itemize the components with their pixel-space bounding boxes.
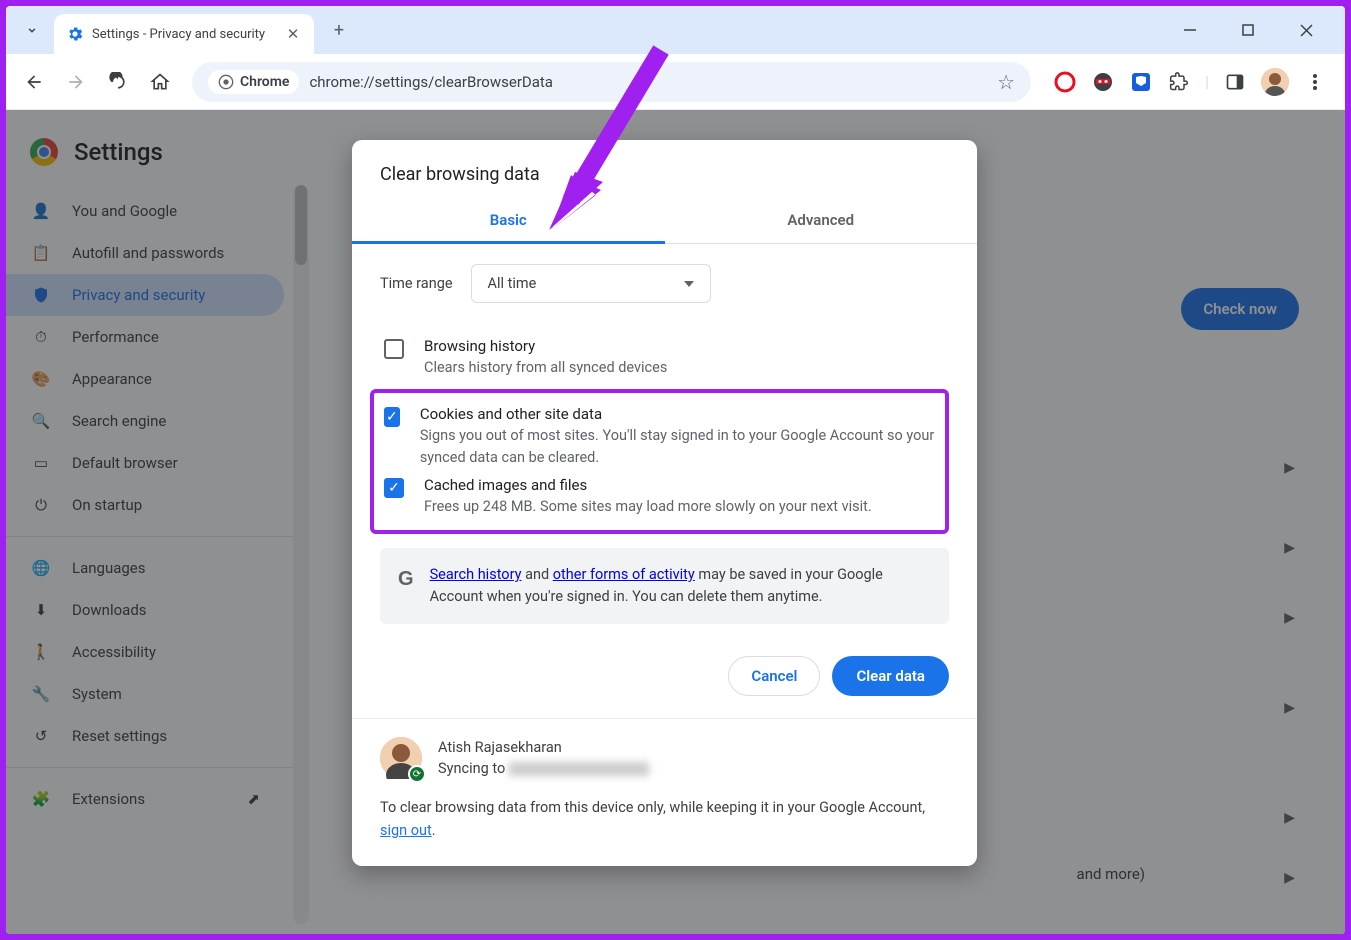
minimize-button[interactable] bbox=[1171, 15, 1209, 45]
tab-basic[interactable]: Basic bbox=[352, 197, 665, 243]
url-text: chrome://settings/clearBrowserData bbox=[309, 73, 987, 91]
close-window-button[interactable] bbox=[1287, 15, 1325, 45]
new-tab-button[interactable]: + bbox=[324, 15, 354, 45]
extensions-puzzle-icon[interactable] bbox=[1167, 70, 1191, 94]
site-chip[interactable]: Chrome bbox=[208, 70, 299, 94]
annotation-highlight: ✓ Cookies and other site data Signs you … bbox=[370, 389, 949, 534]
clear-data-button[interactable]: Clear data bbox=[832, 656, 949, 696]
google-account-info: G Search history and other forms of acti… bbox=[380, 548, 949, 624]
profile-avatar[interactable] bbox=[1261, 68, 1289, 96]
browser-titlebar: Settings - Privacy and security ✕ + bbox=[6, 6, 1345, 54]
cache-title: Cached images and files bbox=[424, 476, 872, 494]
close-tab-icon[interactable]: ✕ bbox=[284, 25, 302, 43]
other-activity-link[interactable]: other forms of activity bbox=[553, 566, 695, 583]
cookies-desc: Signs you out of most sites. You'll stay… bbox=[420, 425, 935, 469]
address-bar[interactable]: Chrome chrome://settings/clearBrowserDat… bbox=[192, 62, 1031, 102]
cache-desc: Frees up 248 MB. Some sites may load mor… bbox=[424, 496, 872, 518]
bookmark-star-icon[interactable]: ☆ bbox=[997, 70, 1015, 94]
settings-gear-icon bbox=[66, 25, 84, 43]
tab-title: Settings - Privacy and security bbox=[92, 27, 276, 42]
checkbox-cache[interactable]: ✓ bbox=[384, 478, 404, 498]
sync-user-name: Atish Rajasekharan bbox=[438, 737, 649, 759]
extension-bitwarden-icon[interactable] bbox=[1129, 70, 1153, 94]
tab-search-dropdown[interactable] bbox=[14, 12, 50, 48]
cookies-title: Cookies and other site data bbox=[420, 405, 935, 423]
tab-advanced[interactable]: Advanced bbox=[665, 197, 978, 243]
browser-toolbar: Chrome chrome://settings/clearBrowserDat… bbox=[6, 54, 1345, 110]
forward-button[interactable] bbox=[58, 64, 94, 100]
chrome-menu-icon[interactable] bbox=[1303, 70, 1327, 94]
dropdown-arrow-icon bbox=[684, 281, 694, 287]
reload-button[interactable] bbox=[100, 64, 136, 100]
google-g-icon: G bbox=[398, 564, 414, 608]
timerange-select[interactable]: All time bbox=[471, 264, 711, 303]
dialog-title: Clear browsing data bbox=[352, 140, 977, 197]
home-button[interactable] bbox=[142, 64, 178, 100]
sign-out-link[interactable]: sign out bbox=[380, 822, 432, 839]
browsing-history-desc: Clears history from all synced devices bbox=[424, 357, 667, 379]
clear-browsing-data-dialog: Clear browsing data Basic Advanced Time … bbox=[352, 140, 977, 866]
extension-opera-icon[interactable] bbox=[1053, 70, 1077, 94]
cancel-button[interactable]: Cancel bbox=[728, 656, 820, 696]
sync-badge-icon: ⟳ bbox=[408, 765, 426, 783]
user-avatar: ⟳ bbox=[380, 737, 422, 779]
side-panel-icon[interactable] bbox=[1223, 70, 1247, 94]
maximize-button[interactable] bbox=[1229, 15, 1267, 45]
checkbox-browsing-history[interactable] bbox=[384, 339, 404, 359]
back-button[interactable] bbox=[16, 64, 52, 100]
extension-ninja-icon[interactable] bbox=[1091, 70, 1115, 94]
chrome-icon bbox=[218, 74, 234, 90]
browsing-history-title: Browsing history bbox=[424, 337, 667, 355]
timerange-label: Time range bbox=[380, 275, 453, 292]
browser-tab[interactable]: Settings - Privacy and security ✕ bbox=[54, 14, 314, 54]
checkbox-cookies[interactable]: ✓ bbox=[384, 407, 400, 427]
redacted-email bbox=[509, 762, 649, 776]
search-history-link[interactable]: Search history bbox=[430, 566, 522, 583]
sign-out-note: To clear browsing data from this device … bbox=[380, 796, 949, 842]
